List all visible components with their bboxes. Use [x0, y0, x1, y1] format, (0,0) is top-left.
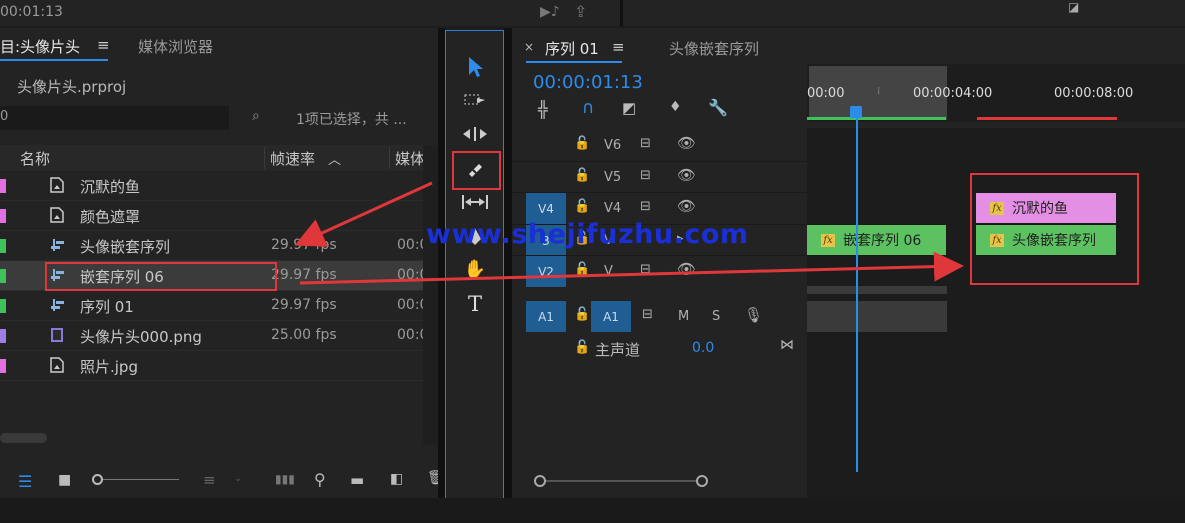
- arrow-to-timeline-clip: [299, 251, 964, 285]
- arrow-to-project-item: [294, 181, 433, 247]
- watermark-text: www.shejifuzhu.com: [426, 219, 749, 250]
- annotation-arrows: [294, 181, 964, 285]
